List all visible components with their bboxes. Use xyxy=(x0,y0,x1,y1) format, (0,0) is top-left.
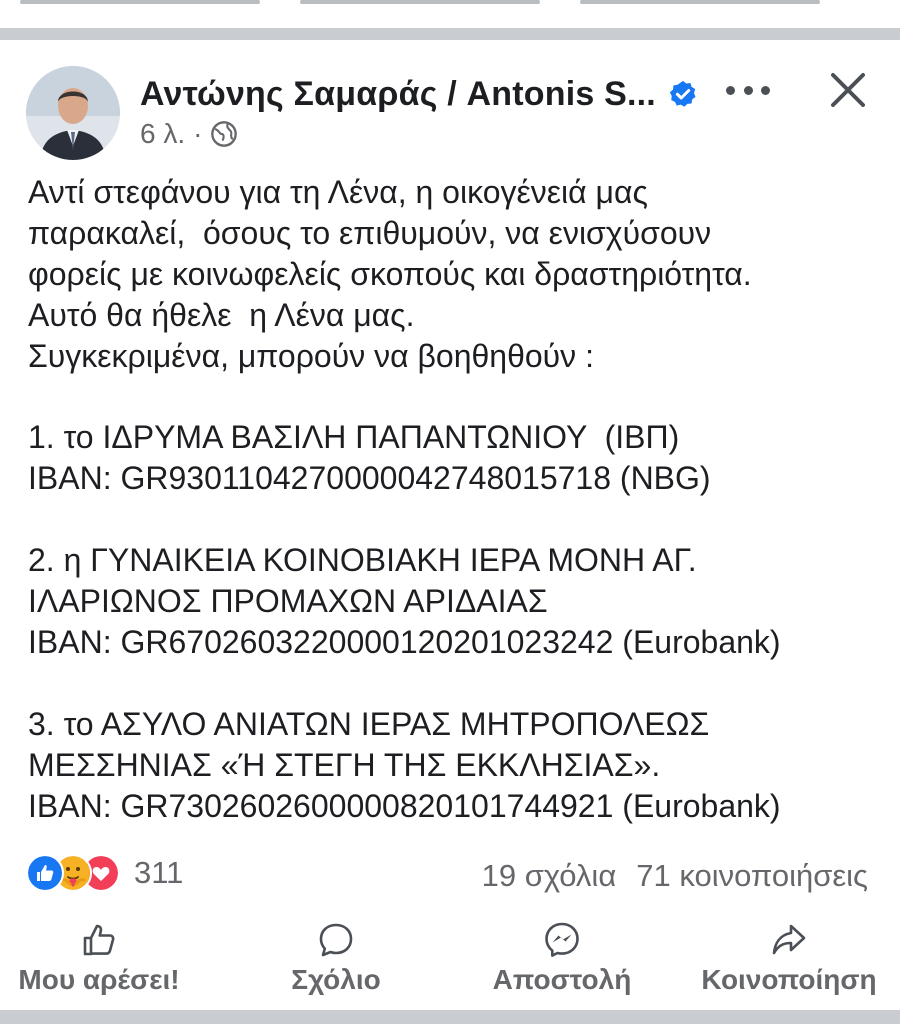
comment-button[interactable]: Σχόλιο xyxy=(286,920,386,996)
like-label: Μου αρέσει! xyxy=(18,964,180,995)
like-icon xyxy=(26,854,64,892)
author-avatar[interactable] xyxy=(26,66,120,160)
engagement-stats: 19 σχόλια 71 κοινοποιήσεις xyxy=(482,858,868,894)
reaction-count: 311 xyxy=(134,855,184,890)
share-label: Κοινοποίηση xyxy=(701,964,877,995)
comment-bubble-icon xyxy=(319,923,353,957)
verified-badge-icon xyxy=(669,80,696,107)
send-button[interactable]: Αποστολή xyxy=(488,920,636,996)
post-divider-bottom xyxy=(0,1010,900,1024)
shares-count[interactable]: 71 κοινοποιήσεις xyxy=(636,858,868,894)
author-name[interactable]: Αντώνης Σαμαράς / Antonis S... xyxy=(140,75,656,114)
like-button[interactable]: Μου αρέσει! xyxy=(18,920,180,996)
post-divider-top xyxy=(0,28,900,40)
thumbs-up-icon xyxy=(83,924,115,956)
post-action-bar: Μου αρέσει! Σχόλιο Αποστολή Κοινοποίηση xyxy=(0,920,900,1004)
comment-label: Σχόλιο xyxy=(291,964,381,995)
meta-separator: · xyxy=(193,118,203,149)
post-text: Αντί στεφάνου για τη Λένα, η οικογένειά … xyxy=(28,174,781,824)
post-header-author[interactable]: Αντώνης Σαμαράς / Antonis S... xyxy=(140,72,698,116)
previous-post-edge xyxy=(0,0,900,24)
send-label: Αποστολή xyxy=(492,964,632,995)
avatar-photo-icon xyxy=(26,66,120,160)
reactions-summary[interactable]: 311 xyxy=(26,854,183,892)
comments-count[interactable]: 19 σχόλια xyxy=(482,858,617,894)
share-arrow-icon xyxy=(772,924,806,955)
post-meta: 6 λ. · xyxy=(140,118,238,150)
post-time[interactable]: 6 λ. xyxy=(140,118,185,150)
more-options-icon[interactable] xyxy=(726,78,770,102)
share-button[interactable]: Κοινοποίηση xyxy=(694,920,884,996)
globe-icon xyxy=(211,121,238,147)
close-icon[interactable] xyxy=(828,70,868,110)
messenger-icon xyxy=(545,922,579,957)
